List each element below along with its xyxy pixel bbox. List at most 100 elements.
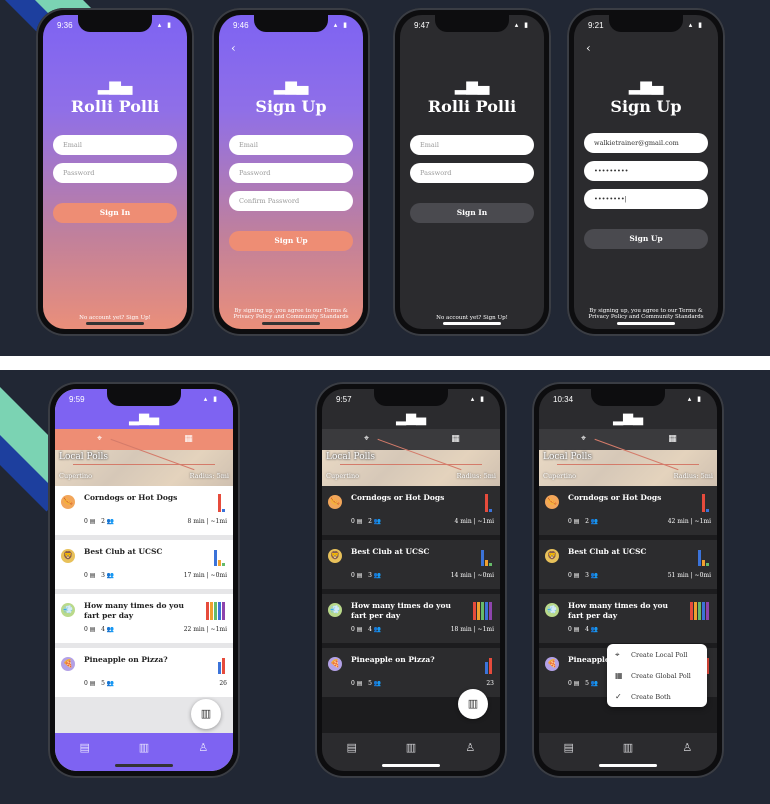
back-chevron-icon[interactable]: ‹ [586, 41, 591, 55]
poll-mini-chart [690, 600, 709, 620]
map-icon[interactable]: ▦ [144, 429, 233, 450]
poll-card[interactable]: 🦁 Best Club at UCSC 0 ▤ 3 👥 17 min | ~0m… [55, 540, 233, 594]
password-field[interactable]: Password [229, 163, 353, 183]
comment-count: 0 [568, 626, 572, 633]
sign-up-link[interactable]: No account yet? Sign Up! [51, 315, 179, 321]
create-poll-button[interactable]: ▥ [191, 699, 221, 729]
poll-avatar: 🦁 [61, 549, 75, 563]
feed-icon[interactable]: ▤ [322, 733, 381, 771]
feed-tabs: ⌖ ▦ [55, 429, 233, 450]
poll-mini-chart [206, 600, 225, 620]
poll-card[interactable]: 💨 How many times do you fart per day 0 ▤… [539, 594, 717, 648]
poll-avatar: 🌭 [61, 495, 75, 509]
comment-icon: ▤ [89, 626, 96, 633]
password-field[interactable]: ••••••••• [584, 161, 708, 181]
app-logo: ▂▆▄ Sign Up [574, 79, 718, 117]
poll-card[interactable]: 🦁 Best Club at UCSC 0 ▤ 3 👥 14 min | ~0m… [322, 540, 500, 594]
bar-chart-mark [702, 494, 705, 512]
status-time: 10:34 [553, 395, 574, 404]
people-icon: 👥 [373, 518, 382, 525]
map-location: Cupertino [543, 472, 577, 480]
map-icon[interactable]: ▦ [628, 429, 717, 450]
phone-signup-light: 9:46 ▴ ▮ ‹ ▂▆▄ Sign Up Email Password Conf… [212, 8, 370, 336]
poll-meta: 0 ▤ 2 👥 [84, 518, 114, 525]
feed-icon[interactable]: ▤ [539, 733, 598, 771]
poll-card[interactable]: 🍕 Pineapple on Pizza? 0 ▤ 5 👥 26 [55, 648, 233, 702]
status-time: 9:36 [57, 21, 73, 30]
status-time: 9:59 [69, 395, 85, 404]
sign-in-button[interactable]: Sign In [53, 203, 177, 223]
profile-icon[interactable]: ♙ [658, 733, 717, 771]
feed-icon[interactable]: ▤ [55, 733, 114, 771]
poll-meta: 0 ▤ 3 👥 [84, 572, 114, 579]
local-polls-map[interactable]: Local Polls Cupertino Radius: 5mi [539, 438, 717, 486]
comment-count: 0 [351, 626, 355, 633]
comment-count: 0 [84, 572, 88, 579]
status-icons: ▴ ▮ [333, 22, 349, 29]
password-field[interactable]: Password [410, 163, 534, 183]
people-icon: 👥 [373, 626, 382, 633]
email-field[interactable]: Email [410, 135, 534, 155]
comment-icon: ▤ [573, 518, 580, 525]
poll-card[interactable]: 🌭 Corndogs or Hot Dogs 0 ▤ 2 👥 8 min | ~… [55, 486, 233, 540]
poll-avatar: 💨 [545, 603, 559, 617]
bar-chart-mark [698, 550, 701, 566]
poll-meta: 0 ▤ 5 👥 [84, 680, 114, 687]
poll-meta: 0 ▤ 2 👥 [568, 518, 598, 525]
phone-feed-dark: 10:34 ▴ ▮ ▂▆▄ ⌖ ▦ Local Polls Cupertino R… [532, 382, 724, 778]
poll-avatar: 🌭 [328, 495, 342, 509]
sign-in-button[interactable]: Sign In [410, 203, 534, 223]
profile-icon[interactable]: ♙ [441, 733, 500, 771]
map-road [556, 464, 700, 466]
poll-distance: 14 min | ~0mi [450, 572, 494, 579]
bar-chart-icon: ▂▆▄ [273, 77, 309, 95]
email-field[interactable]: Email [53, 135, 177, 155]
poll-question: Pineapple on Pizza? [351, 655, 435, 664]
confirm-password-field[interactable]: Confirm Password [229, 191, 353, 211]
people-icon: 👥 [373, 572, 382, 579]
poll-card[interactable]: 🦁 Best Club at UCSC 0 ▤ 3 👥 51 min | ~0m… [539, 540, 717, 594]
password-field[interactable]: Password [53, 163, 177, 183]
local-polls-map[interactable]: Local Polls Cupertino Radius: 5mi [322, 438, 500, 486]
status-icons: ▴ ▮ [470, 396, 486, 403]
email-field[interactable]: Email [229, 135, 353, 155]
vote-count: 4 [101, 626, 105, 633]
create-both-label: Create Both [631, 693, 671, 701]
poll-mini-chart [481, 546, 492, 566]
sign-up-button[interactable]: Sign Up [584, 229, 708, 249]
poll-card[interactable]: 💨 How many times do you fart per day 0 ▤… [322, 594, 500, 648]
back-chevron-icon[interactable]: ‹ [231, 41, 236, 55]
poll-mini-chart [218, 492, 225, 512]
status-icons: ▴ ▮ [514, 22, 530, 29]
map-title: Local Polls [326, 452, 376, 462]
create-local-poll-item[interactable]: ⌖ Create Local Poll [607, 644, 707, 665]
confirm-password-field[interactable]: ••••••••| [584, 189, 708, 209]
create-global-poll-item[interactable]: ▦ Create Global Poll [607, 665, 707, 686]
home-indicator [599, 764, 657, 767]
check-icon: ✓ [615, 692, 622, 701]
create-both-item[interactable]: ✓ Create Both [607, 686, 707, 707]
login-screen: 9:36 ▴ ▮ ▂▆▄ Rolli Polli Email Password Si… [43, 15, 187, 329]
poll-card[interactable]: 🌭 Corndogs or Hot Dogs 0 ▤ 2 👥 4 min | ~… [322, 486, 500, 540]
create-poll-button[interactable]: ▥ [458, 689, 488, 719]
status-time: 9:21 [588, 21, 604, 30]
poll-distance: 51 min | ~0mi [667, 572, 711, 579]
bar-chart-mark [477, 602, 480, 620]
people-icon: 👥 [373, 680, 382, 687]
poll-card[interactable]: 💨 How many times do you fart per day 0 ▤… [55, 594, 233, 648]
status-bar: 9:47 ▴ ▮ [414, 21, 530, 33]
profile-icon[interactable]: ♙ [174, 733, 233, 771]
vote-count: 3 [101, 572, 105, 579]
home-indicator [443, 322, 501, 325]
sign-up-button[interactable]: Sign Up [229, 231, 353, 251]
comment-count: 0 [84, 680, 88, 687]
poll-question: Best Club at UCSC [351, 547, 430, 556]
map-icon[interactable]: ▦ [411, 429, 500, 450]
people-icon: 👥 [106, 572, 115, 579]
comment-icon: ▤ [573, 626, 580, 633]
email-field[interactable]: walkietrainer@gmail.com [584, 133, 708, 153]
sign-up-link[interactable]: No account yet? Sign Up! [408, 315, 536, 321]
poll-card[interactable]: 🌭 Corndogs or Hot Dogs 0 ▤ 2 👥 42 min | … [539, 486, 717, 540]
local-polls-map[interactable]: Local Polls Cupertino Radius: 5mi [55, 438, 233, 486]
poll-meta: 0 ▤ 5 👥 [351, 680, 381, 687]
